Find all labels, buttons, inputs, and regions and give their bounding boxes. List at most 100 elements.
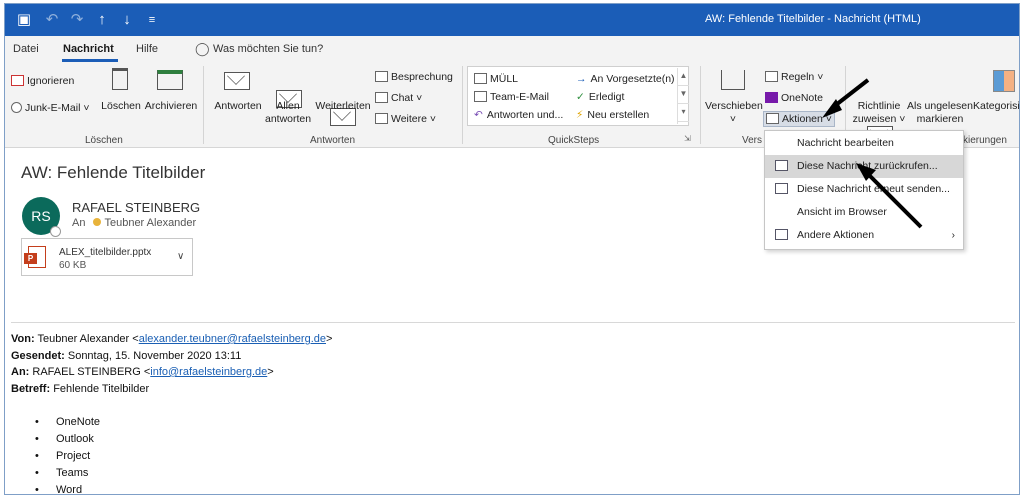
actions-icon <box>766 113 779 124</box>
ignore-icon <box>11 75 24 86</box>
assign-policy-button[interactable]: Richtlinie zuweisen ˅ <box>851 100 907 126</box>
to-email-link[interactable]: info@rafaelsteinberg.de <box>150 366 267 378</box>
meeting-button[interactable]: Besprechung <box>375 71 453 83</box>
from-email-link[interactable]: alexander.teubner@rafaelsteinberg.de <box>139 333 326 345</box>
more-button[interactable]: Weitere ˅ <box>375 113 436 125</box>
reply-all-label-2: antworten <box>265 113 312 125</box>
junk-icon <box>11 102 22 113</box>
menu-item-label: Diese Nachricht erneut senden... <box>797 183 950 195</box>
scroll-down-icon[interactable]: ▼ <box>678 86 689 104</box>
reply-all-label-1: Allen <box>276 100 300 112</box>
dialog-launcher-icon[interactable]: ⇲ <box>684 134 691 143</box>
outlook-message-window: ▣ ↶ ↷ ↑ ↓ ≡ AW: Fehlende Titelbilder - N… <box>4 3 1020 495</box>
from-name: Teubner Alexander < <box>37 333 139 345</box>
onenote-button[interactable]: OneNote <box>765 92 823 104</box>
quickstep-neu-erstellen-label: Neu erstellen <box>587 109 650 121</box>
presence-status-icon <box>50 226 61 237</box>
menu-item-resend-message[interactable]: Diese Nachricht erneut senden... <box>765 178 963 201</box>
resend-icon <box>775 183 788 194</box>
assign-policy-label-1: Richtlinie <box>857 100 901 112</box>
customize-toolbar-icon[interactable]: ≡ <box>143 11 161 29</box>
reply-arrow-icon: ↶ <box>474 109 483 121</box>
mark-unread-label-2: markieren <box>916 113 964 125</box>
trash-icon <box>112 68 128 90</box>
sent-label: Gesendet: <box>11 349 65 362</box>
attachment-card[interactable]: P ALEX_titelbilder.pptx 60 KB ∨ <box>21 238 193 276</box>
ignore-label: Ignorieren <box>27 75 75 87</box>
quickstep-muell[interactable]: MÜLL <box>474 73 518 85</box>
tab-datei[interactable]: Datei <box>13 43 39 55</box>
save-icon[interactable]: ▣ <box>15 11 33 29</box>
quoted-to-line: An: RAFAEL STEINBERG <info@rafaelsteinbe… <box>11 364 332 381</box>
move-button[interactable]: Verschieben ˅ <box>705 100 763 126</box>
window-title: AW: Fehlende Titelbilder - Nachricht (HT… <box>705 13 921 25</box>
body-bullet-list: OneNote Outlook Project Teams Word <box>35 414 100 494</box>
chevron-down-icon[interactable]: ∨ <box>177 251 184 262</box>
quoted-subject-line: Betreff: Fehlende Titelbilder <box>11 381 332 398</box>
rules-icon <box>765 71 778 82</box>
assign-policy-label-2-text: zuweisen <box>852 113 897 125</box>
quickstep-antworten-und-label: Antworten und... <box>486 109 564 121</box>
list-item: OneNote <box>35 414 100 431</box>
previous-item-icon[interactable]: ↑ <box>93 11 111 29</box>
list-item: Outlook <box>35 431 100 448</box>
tab-hilfe[interactable]: Hilfe <box>136 43 158 55</box>
to-label: An <box>72 217 86 229</box>
junk-label: Junk-E-Mail <box>25 102 81 114</box>
sender-name[interactable]: RAFAEL STEINBERG <box>72 200 200 215</box>
to-name-quoted: RAFAEL STEINBERG < <box>32 366 151 378</box>
next-item-icon[interactable]: ↓ <box>118 11 136 29</box>
lightbulb-icon: ◯ <box>195 41 210 56</box>
menu-item-recall-message[interactable]: Diese Nachricht zurückrufen... <box>765 155 963 178</box>
menu-item-view-in-browser[interactable]: Ansicht im Browser <box>765 201 963 224</box>
quickstep-team-email[interactable]: Team-E-Mail <box>474 91 549 103</box>
from-label: Von: <box>11 333 35 345</box>
rules-button[interactable]: Regeln ˅ <box>765 71 823 83</box>
scroll-up-icon[interactable]: ▲ <box>678 68 689 86</box>
categorize-icon <box>993 70 1015 92</box>
reply-icon <box>224 72 250 90</box>
forward-button[interactable]: Weiterleiten <box>313 100 373 113</box>
group-label-loeschen: Löschen <box>85 135 123 146</box>
junk-email-button[interactable]: Junk-E-Mail ˅ <box>11 102 90 114</box>
quickstep-neu-erstellen[interactable]: ⚡ Neu erstellen <box>576 109 649 121</box>
menu-item-other-actions[interactable]: Andere Aktionen › <box>765 224 963 247</box>
ignore-button[interactable]: Ignorieren <box>11 75 74 87</box>
archive-icon <box>157 70 183 90</box>
recall-icon <box>775 160 788 171</box>
categorize-button[interactable]: Kategorisi <box>973 100 1019 113</box>
chat-icon <box>375 92 388 103</box>
archive-button[interactable]: Archivieren <box>143 100 199 113</box>
tell-me-search[interactable]: Was möchten Sie tun? <box>213 43 323 55</box>
recipient-name[interactable]: Teubner Alexander <box>104 217 196 229</box>
undo-icon[interactable]: ↶ <box>43 11 61 29</box>
tab-nachricht[interactable]: Nachricht <box>63 43 114 55</box>
mark-unread-button[interactable]: Als ungelesen markieren <box>905 100 975 126</box>
chat-label: Chat <box>391 92 414 104</box>
quicksteps-gallery: MÜLL → An Vorgesetzte(n) Team-E-Mail ✓ Erl… <box>467 66 689 126</box>
quickstep-vorgesetzte[interactable]: → An Vorgesetzte(n) <box>576 73 675 85</box>
ribbon-separator <box>462 66 463 144</box>
title-bar: ▣ ↶ ↷ ↑ ↓ ≡ AW: Fehlende Titelbilder - N… <box>5 4 1019 36</box>
menu-bar: Datei Nachricht Hilfe ◯ Was möchten Sie … <box>5 36 1019 62</box>
group-label-quicksteps: QuickSteps <box>548 135 600 146</box>
message-subject: AW: Fehlende Titelbilder <box>21 163 206 182</box>
quickstep-erledigt[interactable]: ✓ Erledigt <box>576 91 624 103</box>
chat-button[interactable]: Chat ˅ <box>375 92 422 104</box>
menu-item-label: Nachricht bearbeiten <box>797 137 894 149</box>
quicksteps-scroller[interactable]: ▲ ▼ ▾ <box>677 68 689 124</box>
reply-button[interactable]: Antworten <box>211 100 265 113</box>
menu-item-edit-message[interactable]: Nachricht bearbeiten <box>765 132 963 155</box>
reply-all-button[interactable]: Allen antworten <box>265 100 311 126</box>
quoted-from-line: Von: Teubner Alexander <alexander.teubne… <box>11 331 332 348</box>
actions-dropdown-menu: Nachricht bearbeiten Diese Nachricht zur… <box>764 130 964 250</box>
quickstep-antworten-und[interactable]: ↶ Antworten und... <box>474 109 563 121</box>
other-actions-icon <box>775 229 788 240</box>
rules-label: Regeln <box>781 71 815 83</box>
actions-button[interactable]: Aktionen ˅ <box>763 111 835 127</box>
delete-button[interactable]: Löschen <box>99 100 143 113</box>
expand-icon[interactable]: ▾ <box>678 104 689 122</box>
attachment-size: 60 KB <box>59 260 87 271</box>
quickstep-vorgesetzte-label: An Vorgesetzte(n) <box>590 73 675 85</box>
redo-icon[interactable]: ↷ <box>68 11 86 29</box>
